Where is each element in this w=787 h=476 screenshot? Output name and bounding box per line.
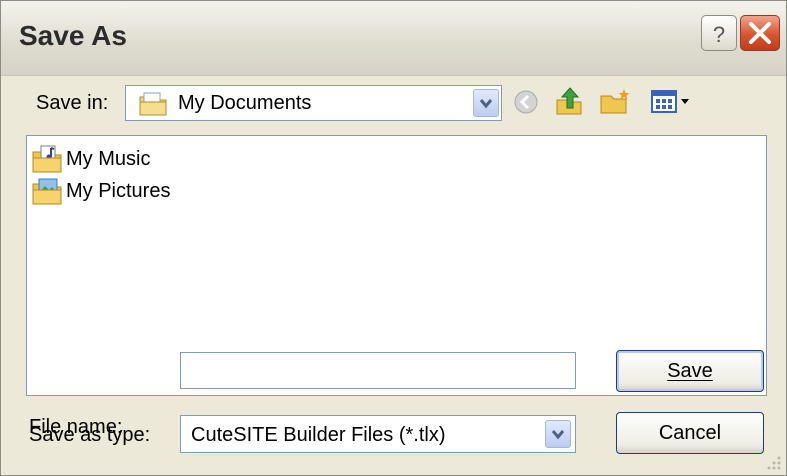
save-in-dropdown-arrow[interactable] [473, 89, 499, 117]
back-button[interactable] [512, 88, 540, 121]
cancel-button[interactable]: Cancel [616, 412, 764, 454]
dialog-title: Save As [19, 20, 127, 51]
create-new-folder-button[interactable] [598, 86, 632, 121]
music-folder-icon [31, 144, 65, 179]
new-folder-icon [600, 89, 630, 114]
save-button[interactable]: Save [616, 350, 764, 392]
chevron-down-icon [551, 430, 565, 440]
save-button-label: Save [667, 360, 713, 382]
my-documents-icon [138, 91, 168, 122]
list-item-label: My Music [66, 148, 151, 170]
save-as-type-dropdown[interactable]: CuteSITE Builder Files (*.tlx) [180, 415, 576, 453]
save-as-dialog: Save As ? Save in: My Documents My Music… [0, 0, 787, 476]
resize-grip[interactable] [763, 454, 783, 475]
help-button[interactable]: ? [701, 15, 737, 51]
back-icon [514, 90, 538, 114]
svg-text:?: ? [713, 22, 725, 47]
help-icon: ? [713, 22, 725, 47]
save-as-type-value: CuteSITE Builder Files (*.tlx) [191, 424, 446, 446]
dialog-body: Save in: My Documents My Music My Pictur… [1, 76, 786, 475]
save-as-type-dropdown-arrow[interactable] [545, 420, 571, 448]
resize-grip-icon [767, 456, 781, 470]
chevron-down-icon [479, 99, 493, 109]
pictures-folder-icon [31, 176, 65, 211]
list-item-label: My Pictures [66, 180, 171, 202]
views-menu-button[interactable] [649, 88, 697, 121]
close-icon [749, 22, 771, 44]
save-in-value: My Documents [178, 92, 312, 114]
cancel-button-label: Cancel [658, 422, 722, 444]
views-menu-icon [651, 90, 689, 113]
title-bar[interactable]: Save As ? [1, 1, 786, 76]
close-button[interactable] [740, 15, 780, 51]
up-one-level-button[interactable] [553, 84, 587, 123]
save-as-type-label: Save as type: [29, 424, 151, 446]
up-folder-icon [556, 87, 582, 115]
save-in-label: Save in: [36, 92, 109, 114]
file-name-input[interactable] [180, 352, 576, 389]
save-in-dropdown[interactable]: My Documents [125, 85, 502, 121]
